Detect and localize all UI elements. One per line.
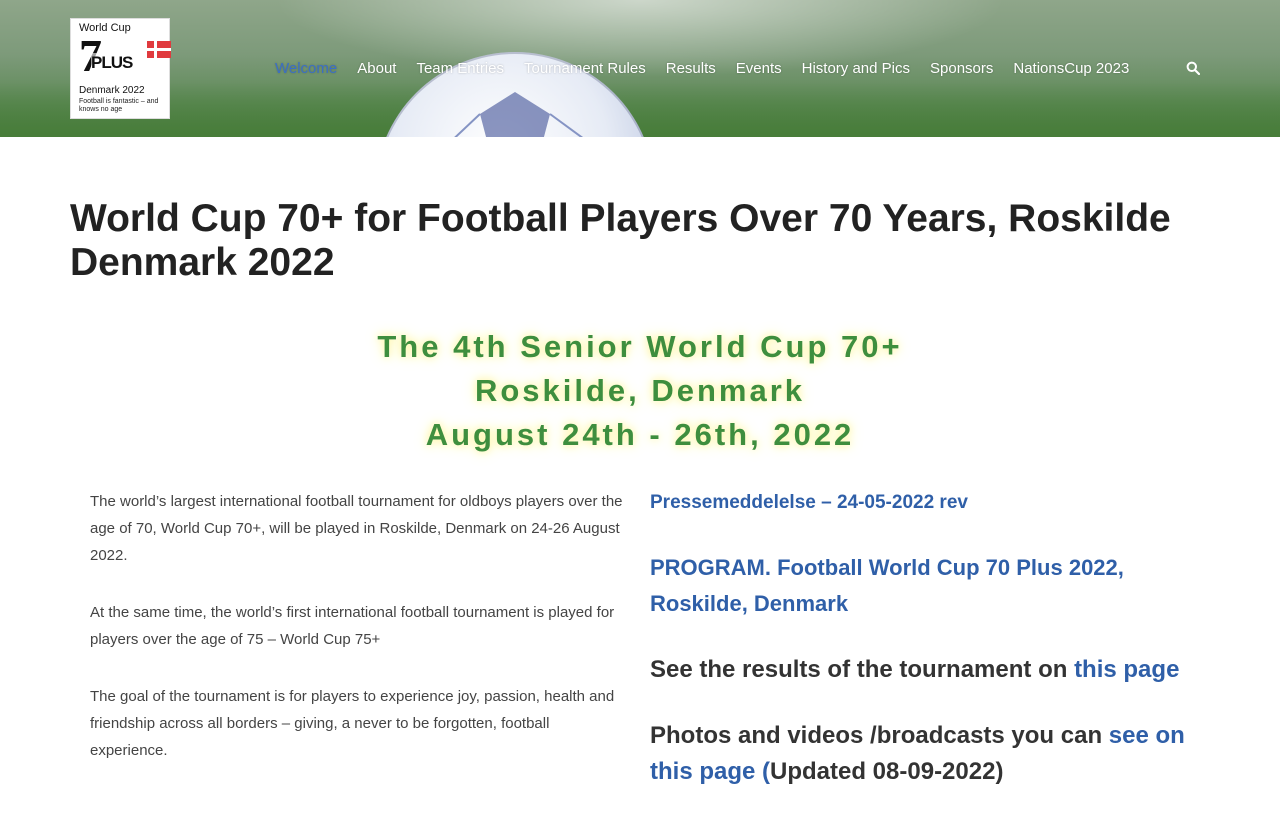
logo-plus: PLUS bbox=[91, 53, 133, 73]
photos-line: Photos and videos /broadcasts you can se… bbox=[650, 718, 1210, 790]
results-line: See the results of the tournament on thi… bbox=[650, 652, 1210, 688]
nav-results[interactable]: Results bbox=[666, 60, 716, 77]
nav-sponsors[interactable]: Sponsors bbox=[930, 60, 993, 77]
hero-line-2: Roskilde, Denmark bbox=[474, 373, 806, 408]
search-icon[interactable] bbox=[1186, 61, 1201, 76]
results-text: See the results of the tournament on bbox=[650, 656, 1075, 683]
intro-paragraph-3: The goal of the tournament is for player… bbox=[90, 688, 615, 759]
nav-history-and-pics[interactable]: History and Pics bbox=[802, 60, 910, 77]
intro-paragraph-2: At the same time, the world’s first inte… bbox=[90, 604, 615, 648]
photos-text: Photos and videos /broadcasts you can bbox=[650, 722, 1109, 749]
nav-team-entries[interactable]: Team Entries bbox=[416, 60, 504, 77]
results-page-link[interactable]: this page bbox=[1074, 656, 1179, 683]
site-logo[interactable]: World Cup 7 PLUS Denmark 2022 Football i… bbox=[70, 18, 171, 119]
danish-flag-icon bbox=[147, 41, 171, 58]
hero-line-1: The 4th Senior World Cup 70+ bbox=[377, 329, 903, 364]
program-link[interactable]: PROGRAM. Football World Cup 70 Plus 2022… bbox=[650, 555, 1124, 616]
hero-banner: The 4th Senior World Cup 70+ Roskilde, D… bbox=[0, 325, 1280, 457]
nav-events[interactable]: Events bbox=[736, 60, 782, 77]
photos-updated-text: Updated 08-09-2022) bbox=[770, 758, 1004, 785]
hero-line-3: August 24th - 26th, 2022 bbox=[425, 417, 855, 452]
nav-welcome[interactable]: Welcome bbox=[275, 60, 337, 77]
main-nav: Welcome About Team Entries Tournament Ru… bbox=[275, 60, 1129, 77]
site-header: World Cup 7 PLUS Denmark 2022 Football i… bbox=[0, 0, 1280, 137]
nav-about[interactable]: About bbox=[357, 60, 396, 77]
intro-column: The world’s largest international footba… bbox=[90, 488, 630, 794]
logo-slogan: Football is fantastic – and knows no age bbox=[79, 98, 159, 113]
nav-tournament-rules[interactable]: Tournament Rules bbox=[524, 60, 646, 77]
nav-nationscup-2023[interactable]: NationsCup 2023 bbox=[1013, 60, 1129, 77]
logo-country: Denmark 2022 bbox=[79, 85, 145, 96]
intro-paragraph-1: The world’s largest international footba… bbox=[90, 493, 623, 564]
press-release-link[interactable]: Pressemeddelelse – 24-05-2022 rev bbox=[650, 492, 968, 513]
links-column: Pressemeddelelse – 24-05-2022 rev PROGRA… bbox=[650, 488, 1210, 820]
page-title: World Cup 70+ for Football Players Over … bbox=[70, 197, 1171, 284]
